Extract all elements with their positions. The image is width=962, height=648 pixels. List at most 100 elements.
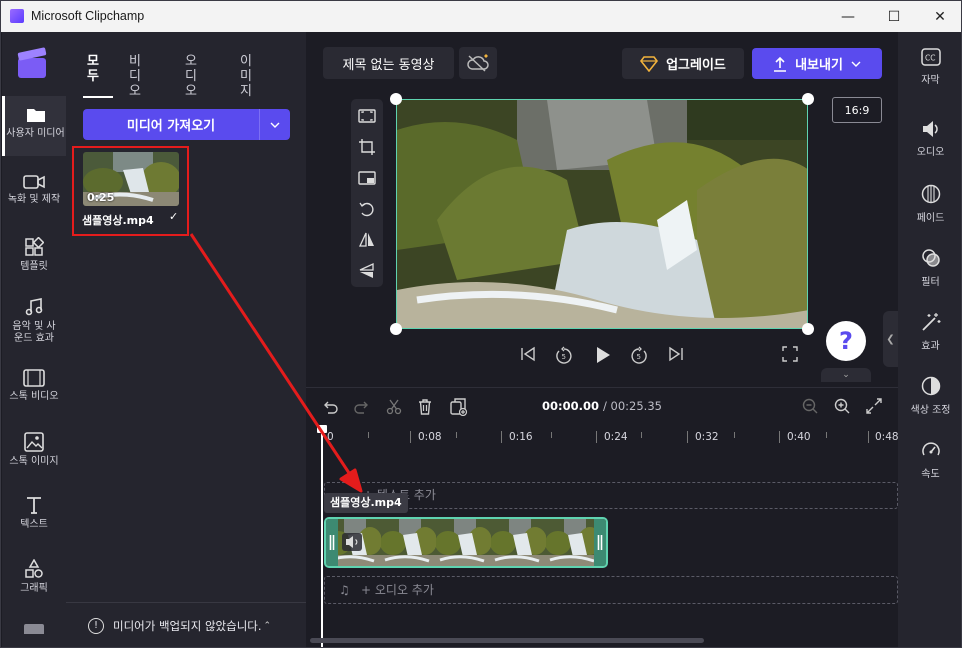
sidebar-item-speed[interactable]: 속도 [898, 440, 961, 480]
sidebar-item-color-adjust[interactable]: 색상 조정 [898, 376, 961, 416]
import-media-button[interactable]: 미디어 가져오기 [83, 109, 259, 140]
fit-icon[interactable] [358, 107, 376, 125]
duplicate-icon[interactable] [450, 398, 468, 416]
playhead[interactable] [321, 426, 323, 647]
maximize-button[interactable]: ☐ [871, 1, 917, 32]
sidebar-item-fade[interactable]: 페이드 [898, 184, 961, 224]
upgrade-button[interactable]: 업그레이드 [622, 48, 744, 79]
resize-handle[interactable] [802, 93, 814, 105]
svg-text:5: 5 [637, 353, 641, 361]
video-preview[interactable] [396, 99, 808, 329]
sidebar-item-audio[interactable]: 오디오 [898, 120, 961, 158]
media-panel: 모두 비디오 오디오 이미지 미디어 가져오기 0:25 샘플영상.mp4 ✓ … [66, 32, 306, 647]
import-dropdown-button[interactable] [259, 109, 290, 140]
film-icon [23, 369, 45, 387]
color-adjust-icon [921, 376, 940, 396]
resize-handle[interactable] [390, 323, 402, 335]
tab-audio[interactable]: 오디오 [181, 54, 201, 99]
sidebar-item-captions[interactable]: CC 자막 [898, 48, 961, 86]
sidebar-item-label: 사용자 미디어 [6, 128, 65, 139]
sidebar-item-user-media[interactable]: 사용자 미디어 [2, 96, 66, 156]
shapes-icon [25, 559, 43, 578]
zoom-out-icon[interactable] [802, 398, 818, 414]
templates-icon [25, 237, 44, 256]
resize-handle[interactable] [390, 93, 402, 105]
forward-5-icon[interactable]: 5 [630, 346, 648, 364]
tab-video[interactable]: 비디오 [125, 54, 145, 99]
sidebar-item-music[interactable]: 음악 및 사운드 효과 [2, 297, 66, 345]
sidebar-item-label: 효과 [921, 341, 940, 352]
upgrade-label: 업그레이드 [666, 58, 726, 73]
sidebar-item-text[interactable]: 텍스트 [2, 495, 66, 531]
redo-icon[interactable] [354, 399, 370, 415]
help-button[interactable]: ? [826, 321, 866, 361]
scissors-icon[interactable] [386, 399, 402, 415]
sidebar-item-label: 색상 조정 [910, 405, 951, 416]
export-label: 내보내기 [795, 58, 843, 73]
ruler-label: 0:32 [687, 431, 719, 443]
text-track[interactable]: + 텍스트 추가 [324, 482, 898, 509]
cloud-sync-button[interactable] [459, 47, 497, 79]
tab-all[interactable]: 모두 [83, 54, 103, 84]
sidebar-item-effects[interactable]: 효과 [898, 312, 961, 352]
tab-image[interactable]: 이미지 [236, 54, 256, 99]
sidebar-item-record[interactable]: 녹화 및 제작 [2, 174, 66, 206]
flip-vertical-icon[interactable] [358, 262, 376, 280]
audio-track[interactable]: ♫ + 오디오 추가 [324, 576, 898, 604]
fullscreen-icon[interactable] [782, 346, 798, 362]
close-button[interactable]: ✕ [917, 1, 961, 32]
zoom-in-icon[interactable] [834, 398, 850, 414]
sidebar-item-label: 그래픽 [20, 583, 48, 594]
folder-icon [26, 109, 45, 122]
tab-underline [83, 96, 113, 98]
skip-back-icon[interactable] [520, 346, 536, 362]
resize-handle[interactable] [802, 323, 814, 335]
crop-icon[interactable] [358, 138, 376, 156]
trash-icon[interactable] [417, 398, 433, 415]
right-rail: CC 자막 오디오 페이드 필터 효과 색상 조정 속도 [898, 32, 961, 647]
left-rail: 사용자 미디어 녹화 및 제작 템플릿 음악 및 사운드 효과 스톡 비디오 스… [2, 32, 66, 647]
sidebar-item-label: 템플릿 [20, 261, 48, 272]
play-icon[interactable] [594, 346, 612, 364]
title-bar: Microsoft Clipchamp — ☐ ✕ [1, 1, 961, 32]
project-title[interactable]: 제목 없는 동영상 [323, 47, 454, 79]
sidebar-item-stock-video[interactable]: 스톡 비디오 [2, 369, 66, 403]
undo-icon[interactable] [322, 399, 338, 415]
sidebar-item-label: 스톡 이미지 [9, 456, 59, 467]
app-window: Microsoft Clipchamp — ☐ ✕ 사용자 미디어 녹화 및 제… [0, 0, 962, 648]
sidebar-item-templates[interactable]: 템플릿 [2, 237, 66, 273]
flip-horizontal-icon[interactable] [358, 231, 376, 249]
audio-track-label: + 오디오 추가 [361, 583, 434, 597]
media-item[interactable]: 0:25 샘플영상.mp4 ✓ [72, 146, 189, 236]
skip-forward-icon[interactable] [668, 346, 684, 362]
collapse-properties-button[interactable]: ❮ [883, 311, 898, 367]
fit-timeline-icon[interactable] [866, 398, 882, 414]
collapse-preview-button[interactable]: ⌄ [821, 368, 871, 382]
window-title: Microsoft Clipchamp [31, 9, 145, 23]
timeline-ruler[interactable]: 0 0:08 0:16 0:24 0:32 0:40 0:48 [306, 426, 899, 452]
music-icon [25, 298, 43, 316]
sidebar-item-label: 텍스트 [20, 519, 48, 530]
info-icon: ! [88, 618, 104, 634]
sidebar-item-graphics[interactable]: 그래픽 [2, 559, 66, 595]
text-icon [27, 497, 41, 514]
picture-in-picture-icon[interactable] [358, 169, 376, 187]
rotate-icon[interactable] [358, 200, 376, 218]
clipchamp-logo-icon [10, 9, 24, 23]
fade-icon [921, 184, 940, 204]
minimize-button[interactable]: — [825, 1, 871, 32]
clip-name-label: 샘플영상.mp4 [324, 493, 408, 513]
backup-notice[interactable]: ! 미디어가 백업되지 않았습니다. ⌃ [66, 602, 306, 647]
export-button[interactable]: 내보내기 [752, 48, 882, 79]
aspect-ratio-button[interactable]: 16:9 [832, 97, 882, 123]
sidebar-item-label: 오디오 [916, 147, 945, 158]
sidebar-item-stock-image[interactable]: 스톡 이미지 [2, 432, 66, 468]
sidebar-item-filters[interactable]: 필터 [898, 248, 961, 288]
more-icon[interactable] [24, 624, 44, 634]
timeline-scrollbar[interactable] [310, 638, 704, 643]
video-clip[interactable] [324, 517, 608, 568]
upload-icon [774, 56, 787, 72]
music-note-icon: ♫ [339, 583, 350, 597]
sidebar-item-label: 필터 [921, 277, 940, 288]
rewind-5-icon[interactable]: 5 [555, 346, 573, 364]
